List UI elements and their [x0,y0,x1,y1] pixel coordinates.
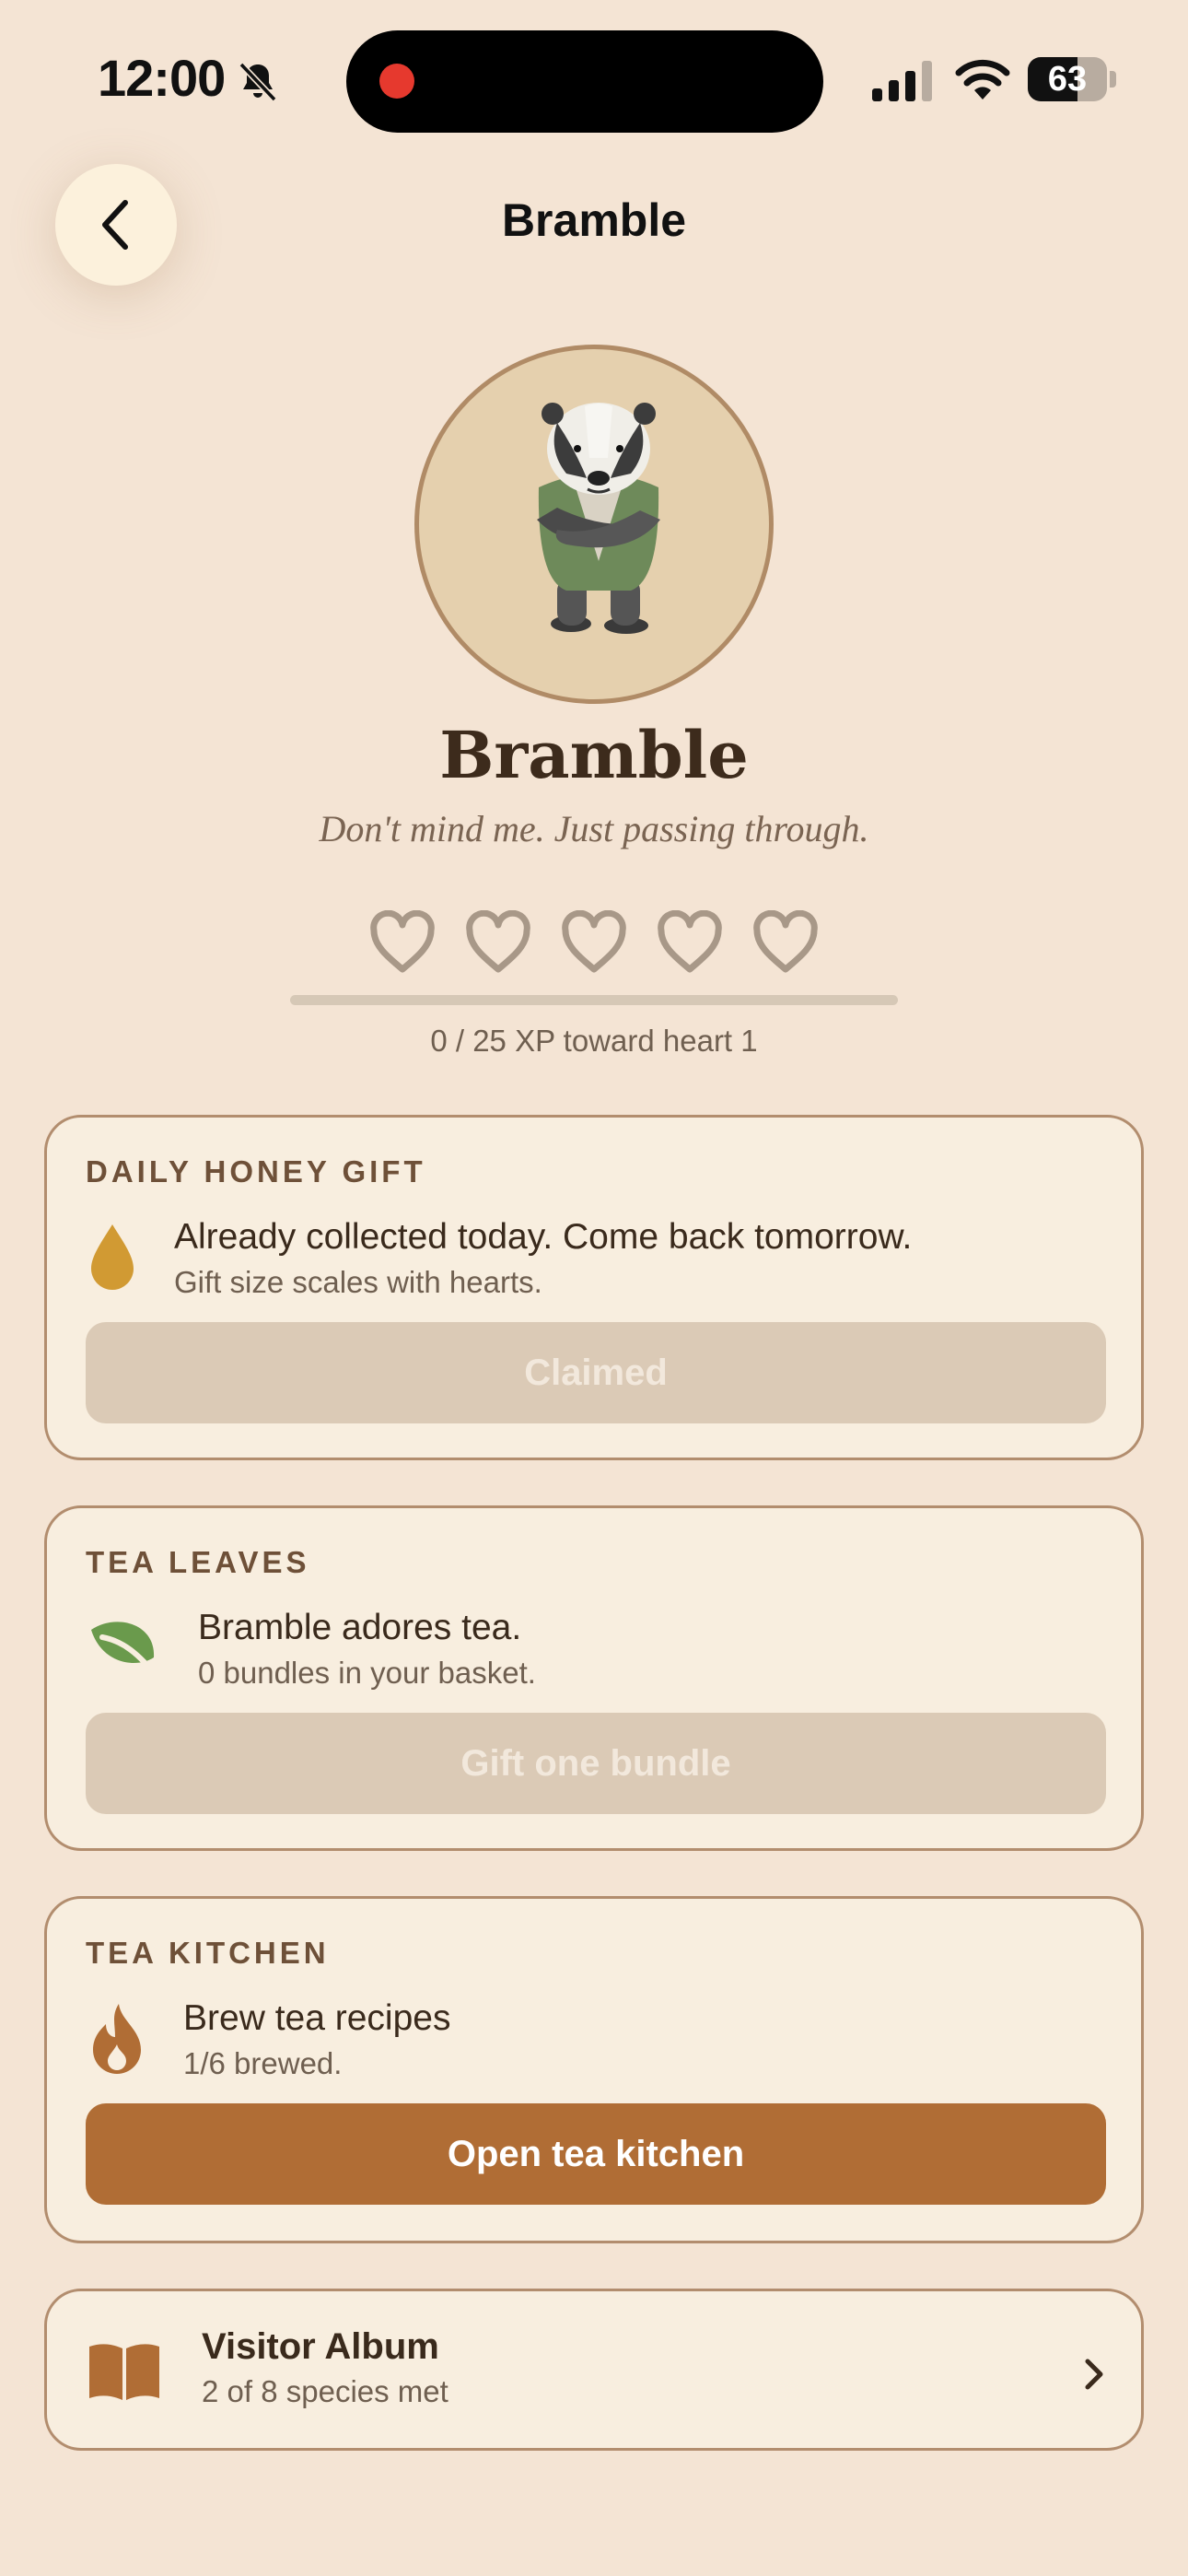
character-quote: Don't mind me. Just passing through. [319,808,869,849]
status-bar: 12:00 63 [0,0,1188,157]
cellular-signal-icon [872,61,932,101]
hearts-row [368,910,820,975]
book-icon [89,2344,159,2400]
card-title: TEA KITCHEN [86,1936,330,1970]
honey-drop-icon [91,1224,134,1290]
gift-one-bundle-button[interactable]: Gift one bundle [86,1713,1106,1814]
card-main-text: Already collected today. Come back tomor… [174,1217,913,1257]
dynamic-island [346,30,823,133]
claimed-button[interactable]: Claimed [86,1322,1106,1423]
heart-empty-icon [370,910,435,973]
visitor-album-card[interactable]: Visitor Album 2 of 8 species met [44,2289,1144,2451]
page-title: Bramble [501,194,687,246]
album-title: Visitor Album [202,2326,439,2367]
heart-empty-icon [562,910,626,973]
xp-progress-bar [290,995,898,1005]
recording-indicator [379,64,414,99]
tea-leaves-card: TEA LEAVES Bramble adores tea. 0 bundles… [44,1505,1144,1851]
badger-illustration [537,403,660,634]
card-sub-text: 0 bundles in your basket. [198,1656,536,1690]
album-subtitle: 2 of 8 species met [202,2374,448,2408]
card-sub-text: 1/6 brewed. [183,2046,343,2080]
flame-icon [93,2004,141,2074]
status-time: 12:00 [98,49,226,107]
leaf-icon [91,1622,160,1680]
battery-level: 63 [1047,60,1088,99]
heart-empty-icon [658,910,722,973]
character-avatar [414,345,774,704]
card-title: DAILY HONEY GIFT [86,1154,426,1188]
card-title: TEA LEAVES [86,1545,310,1579]
chevron-right-icon [1085,2359,1103,2390]
open-tea-kitchen-button[interactable]: Open tea kitchen [86,2103,1106,2205]
character-name: Bramble [439,717,749,793]
heart-empty-icon [753,910,818,973]
daily-honey-gift-card: DAILY HONEY GIFT Already collected today… [44,1115,1144,1460]
card-sub-text: Gift size scales with hearts. [174,1265,542,1299]
bell-slash-icon [239,62,277,102]
wifi-icon [955,59,1010,100]
card-main-text: Brew tea recipes [183,1998,451,2038]
heart-empty-icon [466,910,530,973]
battery-indicator: 63 [1028,57,1116,101]
tea-kitchen-card: TEA KITCHEN Brew tea recipes 1/6 brewed.… [44,1896,1144,2243]
xp-progress-text: 0 / 25 XP toward heart 1 [430,1024,758,1058]
card-main-text: Bramble adores tea. [198,1608,522,1647]
